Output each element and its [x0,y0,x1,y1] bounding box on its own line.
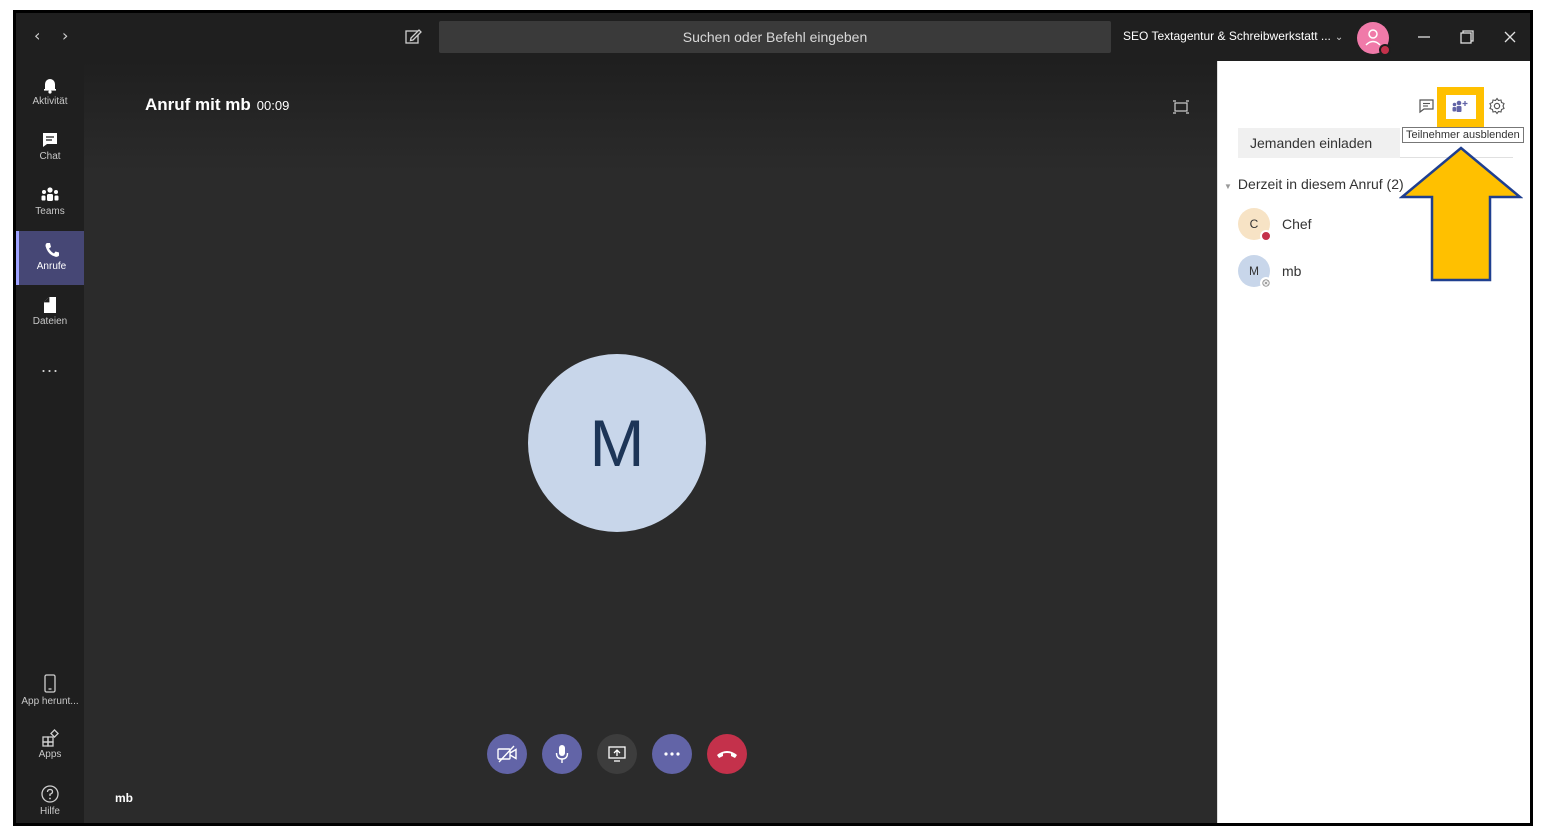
file-icon [44,297,56,313]
share-screen-icon [608,746,626,762]
chat-icon [43,133,57,147]
annotation-arrow [1399,146,1523,282]
chat-icon [1419,99,1434,114]
tooltip: Teilnehmer ausblenden [1402,127,1524,143]
rail-item-label: Teams [35,206,65,217]
maximize-button[interactable] [1453,23,1481,51]
rail-item-label: Apps [38,749,62,760]
call-title: Anruf mit mb 00:09 [145,95,289,115]
teams-icon [41,187,59,201]
profile-avatar[interactable] [1357,22,1391,56]
remote-participant-avatar: M [528,354,706,532]
participant-row[interactable]: M mb [1238,255,1302,289]
rail-item-label: App herunt... [21,696,79,707]
minimize-button[interactable] [1410,23,1438,51]
phone-icon [45,243,59,257]
rail-item-activity[interactable]: Aktivität [16,66,84,120]
participant-avatar: M [1238,255,1272,289]
hang-up-icon [717,751,737,758]
status-busy-dot [1379,44,1391,56]
section-title: Derzeit in diesem Anruf (2) [1237,176,1404,192]
apps-icon [42,729,59,747]
org-name: SEO Textagentur & Schreibwerkstatt ... [1123,29,1331,43]
status-busy-dot [1260,230,1272,242]
search-input[interactable]: Suchen oder Befehl eingeben [439,21,1111,53]
rail-item-chat[interactable]: Chat [16,121,84,175]
call-title-text: Anruf mit mb [145,95,251,114]
rail-item-label: Anrufe [36,261,67,272]
back-button[interactable]: ‹ [34,26,40,45]
participant-name: Chef [1282,216,1312,232]
participant-avatar: C [1238,208,1272,242]
more-apps-button[interactable]: ... [16,356,84,377]
self-name-label: mb [115,791,133,805]
show-chat-button[interactable] [1418,98,1436,114]
settings-gear-icon[interactable] [1488,97,1506,115]
hang-up-button[interactable] [707,734,747,774]
status-offline-icon [1260,277,1272,289]
rail-item-files[interactable]: Dateien [16,286,84,340]
share-screen-button[interactable] [597,734,637,774]
microphone-button[interactable] [542,734,582,774]
compose-icon[interactable] [402,25,424,47]
stage-header-bg [84,61,1217,171]
rail-item-label: Chat [39,151,61,162]
in-call-section-header[interactable]: ▼ Derzeit in diesem Anruf (2) [1224,176,1404,192]
participant-name: mb [1282,263,1302,279]
app-rail: Aktivität Chat Teams Anrufe Dateien ... … [16,61,84,823]
camera-off-icon [497,745,517,763]
chevron-down-icon: ⌄ [1334,32,1344,43]
toggle-participants-button[interactable] [1446,95,1476,119]
participant-initial: C [1249,217,1259,231]
rail-item-label: Dateien [32,316,68,327]
rail-item-label: Aktivität [32,96,68,107]
mobile-icon [44,674,56,693]
more-options-button[interactable] [652,734,692,774]
rail-item-teams[interactable]: Teams [16,176,84,230]
help-icon [41,785,59,803]
rail-item-help[interactable]: Hilfe [16,774,84,823]
caret-down-icon: ▼ [1224,182,1232,191]
title-bar: ‹ › Suchen oder Befehl eingeben SEO Text… [16,13,1530,61]
more-dots-icon [664,752,680,756]
teams-window: ‹ › Suchen oder Befehl eingeben SEO Text… [13,10,1533,826]
bell-icon [44,79,56,94]
rail-item-label: Hilfe [39,806,60,817]
participant-initial: M [1249,264,1259,278]
call-timer: 00:09 [256,98,290,113]
rail-item-download-app[interactable]: App herunt... [16,664,84,718]
microphone-icon [555,745,569,763]
participant-row[interactable]: C Chef [1238,208,1312,242]
invite-someone-input[interactable] [1238,128,1400,158]
rail-item-apps[interactable]: Apps [16,719,84,773]
rail-item-calls[interactable]: Anrufe [16,231,84,285]
forward-button[interactable]: › [62,26,68,45]
call-stage: Anruf mit mb 00:09 M mb [84,61,1217,823]
people-add-icon [1452,100,1468,112]
fullscreen-icon[interactable] [1172,99,1190,115]
close-button[interactable] [1496,23,1524,51]
org-switcher[interactable]: SEO Textagentur & Schreibwerkstatt ... ⌄ [1123,29,1343,43]
camera-off-button[interactable] [487,734,527,774]
